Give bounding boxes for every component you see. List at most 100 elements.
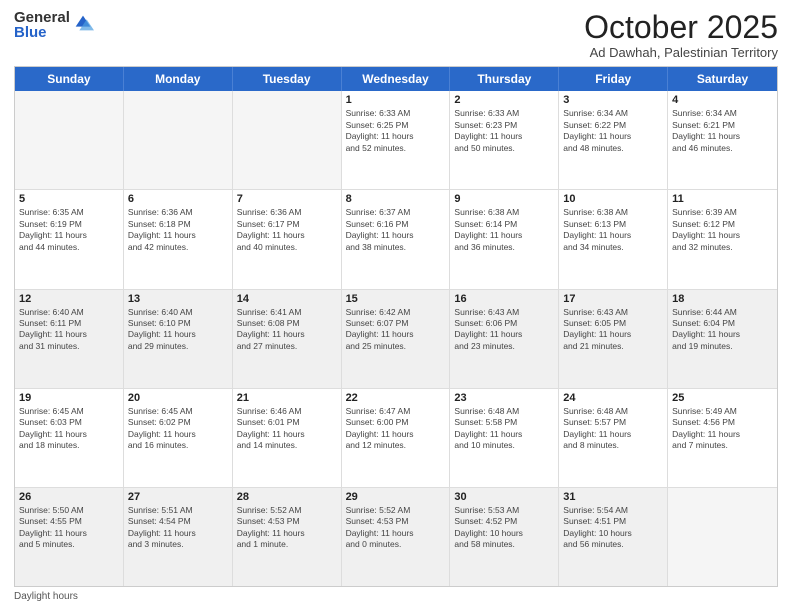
cal-cell-30: 30 Sunrise: 5:53 AM Sunset: 4:52 PM Dayli… (450, 488, 559, 586)
cell-info: Sunrise: 5:50 AM Sunset: 4:55 PM Dayligh… (19, 505, 119, 551)
page: General Blue October 2025 Ad Dawhah, Pal… (0, 0, 792, 612)
cell-info: Sunrise: 6:38 AM Sunset: 6:13 PM Dayligh… (563, 207, 663, 253)
calendar: SundayMondayTuesdayWednesdayThursdayFrid… (14, 66, 778, 587)
cell-info: Sunrise: 5:52 AM Sunset: 4:53 PM Dayligh… (346, 505, 446, 551)
cal-cell-19: 19Sunrise: 6:45 AM Sunset: 6:03 PM Dayli… (15, 389, 124, 487)
day-number: 6 (128, 193, 228, 205)
day-number: 12 (19, 293, 119, 305)
day-number: 22 (346, 392, 446, 404)
cal-header-cell-monday: Monday (124, 67, 233, 91)
day-number: 30 (454, 491, 554, 503)
cal-cell-12: 12 Sunrise: 6:40 AM Sunset: 6:11 PM Dayli… (15, 290, 124, 388)
day-number: 24 (563, 392, 663, 404)
cell-info: Sunrise: 6:33 AM Sunset: 6:23 PM Dayligh… (454, 108, 554, 154)
cal-header-cell-thursday: Thursday (450, 67, 559, 91)
day-number: 8 (346, 193, 446, 205)
cell-info: Sunrise: 5:52 AM Sunset: 4:53 PM Dayligh… (237, 505, 337, 551)
cal-header-cell-tuesday: Tuesday (233, 67, 342, 91)
cell-info: Sunrise: 5:54 AM Sunset: 4:51 PM Dayligh… (563, 505, 663, 551)
cell-info: Sunrise: 6:38 AM Sunset: 6:14 PM Dayligh… (454, 207, 554, 253)
day-number: 26 (19, 491, 119, 503)
cal-cell-9: 9 Sunrise: 6:38 AM Sunset: 6:14 PM Daylig… (450, 190, 559, 288)
cal-row-3: 19Sunrise: 6:45 AM Sunset: 6:03 PM Dayli… (15, 389, 777, 488)
cal-cell-29: 29 Sunrise: 5:52 AM Sunset: 4:53 PM Dayli… (342, 488, 451, 586)
cal-row-4: 26 Sunrise: 5:50 AM Sunset: 4:55 PM Dayli… (15, 488, 777, 586)
cal-cell-6: 6Sunrise: 6:36 AM Sunset: 6:18 PM Daylig… (124, 190, 233, 288)
day-number: 11 (672, 193, 773, 205)
calendar-header: SundayMondayTuesdayWednesdayThursdayFrid… (15, 67, 777, 91)
day-number: 18 (672, 293, 773, 305)
day-number: 21 (237, 392, 337, 404)
cal-header-cell-sunday: Sunday (15, 67, 124, 91)
cal-cell-empty-1 (124, 91, 233, 189)
day-number: 9 (454, 193, 554, 205)
cal-cell-7: 7 Sunrise: 6:36 AM Sunset: 6:17 PM Daylig… (233, 190, 342, 288)
cell-info: Sunrise: 6:42 AM Sunset: 6:07 PM Dayligh… (346, 307, 446, 353)
header: General Blue October 2025 Ad Dawhah, Pal… (14, 10, 778, 60)
cell-info: Sunrise: 6:37 AM Sunset: 6:16 PM Dayligh… (346, 207, 446, 253)
cal-row-0: 1Sunrise: 6:33 AM Sunset: 6:25 PM Daylig… (15, 91, 777, 190)
cal-cell-21: 21 Sunrise: 6:46 AM Sunset: 6:01 PM Dayli… (233, 389, 342, 487)
cal-cell-17: 17 Sunrise: 6:43 AM Sunset: 6:05 PM Dayli… (559, 290, 668, 388)
cal-cell-20: 20Sunrise: 6:45 AM Sunset: 6:02 PM Dayli… (124, 389, 233, 487)
cell-info: Sunrise: 6:43 AM Sunset: 6:05 PM Dayligh… (563, 307, 663, 353)
day-number: 29 (346, 491, 446, 503)
cal-header-cell-friday: Friday (559, 67, 668, 91)
cell-info: Sunrise: 6:44 AM Sunset: 6:04 PM Dayligh… (672, 307, 773, 353)
cal-cell-empty-0 (15, 91, 124, 189)
cell-info: Sunrise: 6:43 AM Sunset: 6:06 PM Dayligh… (454, 307, 554, 353)
cell-info: Sunrise: 6:46 AM Sunset: 6:01 PM Dayligh… (237, 406, 337, 452)
day-number: 4 (672, 94, 773, 106)
cal-cell-24: 24 Sunrise: 6:48 AM Sunset: 5:57 PM Dayli… (559, 389, 668, 487)
day-number: 23 (454, 392, 554, 404)
subtitle: Ad Dawhah, Palestinian Territory (584, 45, 778, 60)
cal-cell-16: 16 Sunrise: 6:43 AM Sunset: 6:06 PM Dayli… (450, 290, 559, 388)
cal-cell-28: 28 Sunrise: 5:52 AM Sunset: 4:53 PM Dayli… (233, 488, 342, 586)
cell-info: Sunrise: 6:39 AM Sunset: 6:12 PM Dayligh… (672, 207, 773, 253)
cell-info: Sunrise: 6:47 AM Sunset: 6:00 PM Dayligh… (346, 406, 446, 452)
cal-cell-25: 25Sunrise: 5:49 AM Sunset: 4:56 PM Dayli… (668, 389, 777, 487)
cal-cell-15: 15 Sunrise: 6:42 AM Sunset: 6:07 PM Dayli… (342, 290, 451, 388)
day-number: 27 (128, 491, 228, 503)
cell-info: Sunrise: 6:41 AM Sunset: 6:08 PM Dayligh… (237, 307, 337, 353)
day-number: 28 (237, 491, 337, 503)
cal-cell-31: 31Sunrise: 5:54 AM Sunset: 4:51 PM Dayli… (559, 488, 668, 586)
cal-cell-2: 2 Sunrise: 6:33 AM Sunset: 6:23 PM Daylig… (450, 91, 559, 189)
cal-cell-8: 8 Sunrise: 6:37 AM Sunset: 6:16 PM Daylig… (342, 190, 451, 288)
day-number: 7 (237, 193, 337, 205)
day-number: 13 (128, 293, 228, 305)
cell-info: Sunrise: 6:34 AM Sunset: 6:22 PM Dayligh… (563, 108, 663, 154)
cal-cell-3: 3 Sunrise: 6:34 AM Sunset: 6:22 PM Daylig… (559, 91, 668, 189)
day-number: 5 (19, 193, 119, 205)
cell-info: Sunrise: 6:45 AM Sunset: 6:02 PM Dayligh… (128, 406, 228, 452)
day-number: 2 (454, 94, 554, 106)
month-title: October 2025 (584, 10, 778, 45)
cell-info: Sunrise: 6:36 AM Sunset: 6:17 PM Dayligh… (237, 207, 337, 253)
day-number: 10 (563, 193, 663, 205)
day-number: 3 (563, 94, 663, 106)
cell-info: Sunrise: 6:34 AM Sunset: 6:21 PM Dayligh… (672, 108, 773, 154)
day-number: 17 (563, 293, 663, 305)
cal-cell-1: 1Sunrise: 6:33 AM Sunset: 6:25 PM Daylig… (342, 91, 451, 189)
cell-info: Sunrise: 5:53 AM Sunset: 4:52 PM Dayligh… (454, 505, 554, 551)
footer-note: Daylight hours (14, 591, 778, 602)
cell-info: Sunrise: 5:51 AM Sunset: 4:54 PM Dayligh… (128, 505, 228, 551)
day-number: 15 (346, 293, 446, 305)
calendar-body: 1Sunrise: 6:33 AM Sunset: 6:25 PM Daylig… (15, 91, 777, 586)
cal-cell-5: 5 Sunrise: 6:35 AM Sunset: 6:19 PM Daylig… (15, 190, 124, 288)
cell-info: Sunrise: 6:40 AM Sunset: 6:10 PM Dayligh… (128, 307, 228, 353)
cal-row-2: 12 Sunrise: 6:40 AM Sunset: 6:11 PM Dayli… (15, 290, 777, 389)
cell-info: Sunrise: 6:35 AM Sunset: 6:19 PM Dayligh… (19, 207, 119, 253)
cal-cell-22: 22 Sunrise: 6:47 AM Sunset: 6:00 PM Dayli… (342, 389, 451, 487)
cal-cell-18: 18 Sunrise: 6:44 AM Sunset: 6:04 PM Dayli… (668, 290, 777, 388)
cal-header-cell-wednesday: Wednesday (342, 67, 451, 91)
day-number: 19 (19, 392, 119, 404)
day-number: 25 (672, 392, 773, 404)
logo-icon (72, 12, 94, 34)
cell-info: Sunrise: 6:48 AM Sunset: 5:57 PM Dayligh… (563, 406, 663, 452)
cal-cell-27: 27 Sunrise: 5:51 AM Sunset: 4:54 PM Dayli… (124, 488, 233, 586)
day-number: 16 (454, 293, 554, 305)
cell-info: Sunrise: 6:40 AM Sunset: 6:11 PM Dayligh… (19, 307, 119, 353)
cal-row-1: 5 Sunrise: 6:35 AM Sunset: 6:19 PM Daylig… (15, 190, 777, 289)
title-block: October 2025 Ad Dawhah, Palestinian Terr… (584, 10, 778, 60)
